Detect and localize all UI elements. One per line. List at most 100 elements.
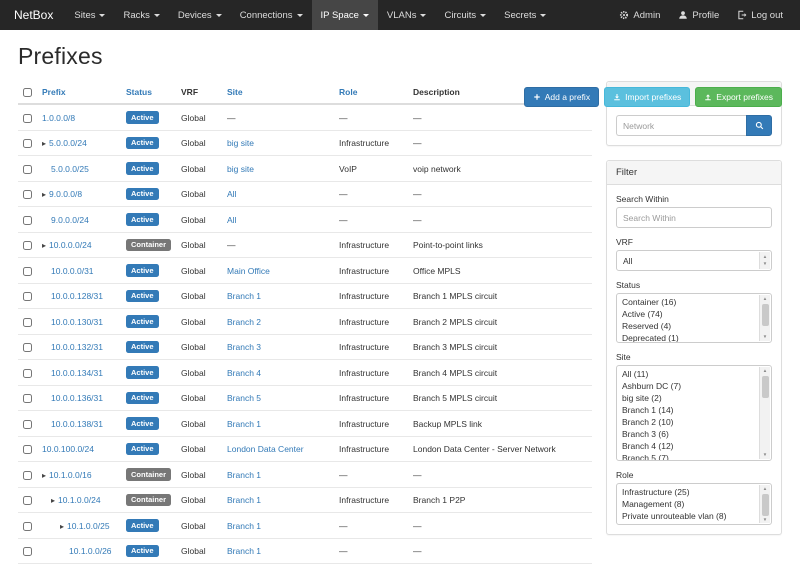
filter-option[interactable]: Branch 3 (6)	[617, 428, 757, 440]
filter-option[interactable]: Branch 2 (10)	[617, 416, 757, 428]
filter-option[interactable]: Deprecated (1)	[617, 332, 757, 343]
row-checkbox[interactable]	[23, 114, 32, 123]
add-prefix-button[interactable]: Add a prefix	[524, 87, 599, 107]
filter-option[interactable]: Container (16)	[617, 296, 757, 308]
row-checkbox[interactable]	[23, 522, 32, 531]
nav-item-vlans[interactable]: VLANs	[378, 0, 436, 30]
prefix-link[interactable]: 5.0.0.0/25	[51, 164, 89, 174]
row-checkbox[interactable]	[23, 190, 32, 199]
row-checkbox[interactable]	[23, 445, 32, 454]
filter-option[interactable]: Branch 5 (7)	[617, 452, 757, 461]
nav-item-devices[interactable]: Devices	[169, 0, 231, 30]
vrf-cell: Global	[176, 385, 222, 411]
export-prefixes-button[interactable]: Export prefixes	[695, 87, 782, 107]
site-link[interactable]: big site	[227, 138, 254, 148]
row-checkbox[interactable]	[23, 139, 32, 148]
filter-option[interactable]: Branch 1 (14)	[617, 404, 757, 416]
logout-link[interactable]: Log out	[728, 0, 792, 30]
nav-item-ip-space[interactable]: IP Space	[312, 0, 378, 30]
site-link[interactable]: Branch 1	[227, 521, 261, 531]
prefix-link[interactable]: 10.0.0.136/31	[51, 393, 103, 403]
prefix-link[interactable]: 10.1.0.0/25	[67, 521, 110, 531]
row-checkbox[interactable]	[23, 420, 32, 429]
filter-option[interactable]: Infrastructure (25)	[617, 486, 757, 498]
search-input[interactable]	[616, 115, 746, 136]
row-checkbox[interactable]	[23, 241, 32, 250]
prefix-link[interactable]: 5.0.0.0/24	[49, 138, 87, 148]
row-checkbox[interactable]	[23, 318, 32, 327]
prefix-link[interactable]: 9.0.0.0/8	[49, 189, 82, 199]
filter-option[interactable]: Private unrouteable vlan (8)	[617, 510, 757, 522]
filter-option[interactable]: big site (2)	[617, 392, 757, 404]
prefix-link[interactable]: 10.0.0.0/31	[51, 266, 94, 276]
search-button[interactable]	[746, 115, 772, 136]
row-checkbox[interactable]	[23, 496, 32, 505]
site-link[interactable]: Branch 5	[227, 393, 261, 403]
prefix-link[interactable]: 9.0.0.0/24	[51, 215, 89, 225]
prefix-link[interactable]: 10.0.0.132/31	[51, 342, 103, 352]
row-checkbox[interactable]	[23, 394, 32, 403]
site-link[interactable]: Main Office	[227, 266, 270, 276]
site-link[interactable]: Branch 1	[227, 546, 261, 556]
vrf-select[interactable]: All ▲▼	[616, 250, 772, 271]
nav-item-connections[interactable]: Connections	[231, 0, 312, 30]
row-checkbox[interactable]	[23, 471, 32, 480]
site-link[interactable]: Branch 1	[227, 291, 261, 301]
site-link[interactable]: Branch 4	[227, 368, 261, 378]
prefix-link[interactable]: 10.1.0.0/16	[49, 470, 92, 480]
row-checkbox[interactable]	[23, 165, 32, 174]
site-link[interactable]: Branch 1	[227, 419, 261, 429]
site-link[interactable]: Branch 1	[227, 495, 261, 505]
row-checkbox[interactable]	[23, 343, 32, 352]
row-checkbox[interactable]	[23, 547, 32, 556]
prefix-link[interactable]: 10.0.0.130/31	[51, 317, 103, 327]
scrollbar[interactable]: ▲▼	[759, 252, 770, 269]
filter-option[interactable]: Ashburn DC (7)	[617, 380, 757, 392]
prefix-link[interactable]: 10.1.0.0/24	[58, 495, 101, 505]
prefix-link[interactable]: 10.0.0.128/31	[51, 291, 103, 301]
row-checkbox[interactable]	[23, 267, 32, 276]
search-within-input[interactable]	[616, 207, 772, 228]
nav-item-sites[interactable]: Sites	[65, 0, 114, 30]
column-header-prefix[interactable]: Prefix	[37, 81, 121, 104]
site-link[interactable]: London Data Center	[227, 444, 304, 454]
column-header-status[interactable]: Status	[121, 81, 176, 104]
row-checkbox[interactable]	[23, 369, 32, 378]
site-link[interactable]: big site	[227, 164, 254, 174]
app-logo[interactable]: NetBox	[8, 0, 65, 30]
scrollbar[interactable]: ▲▼	[759, 295, 770, 341]
prefix-link[interactable]: 10.0.0.138/31	[51, 419, 103, 429]
filter-option[interactable]: All (11)	[617, 368, 757, 380]
site-link[interactable]: Branch 2	[227, 317, 261, 327]
prefix-link[interactable]: 10.0.100.0/24	[42, 444, 94, 454]
row-checkbox[interactable]	[23, 216, 32, 225]
prefix-cell: 1.0.0.0/8	[37, 104, 121, 130]
scrollbar[interactable]: ▲▼	[759, 367, 770, 459]
profile-link[interactable]: Profile	[669, 0, 728, 30]
nav-item-racks[interactable]: Racks	[114, 0, 168, 30]
status-badge: Active	[126, 188, 159, 201]
column-header-role[interactable]: Role	[334, 81, 408, 104]
site-link[interactable]: All	[227, 189, 236, 199]
prefix-link[interactable]: 10.1.0.0/26	[69, 546, 112, 556]
prefix-link[interactable]: 10.0.0.134/31	[51, 368, 103, 378]
filter-option[interactable]: Reserved (4)	[617, 320, 757, 332]
admin-link[interactable]: Admin	[610, 0, 669, 30]
scrollbar[interactable]: ▲▼	[759, 485, 770, 523]
filter-option[interactable]: Active (74)	[617, 308, 757, 320]
select-all-checkbox[interactable]	[23, 88, 32, 97]
column-header-site[interactable]: Site	[222, 81, 334, 104]
filter-option[interactable]: Branch 4 (12)	[617, 440, 757, 452]
filter-option[interactable]: Management (8)	[617, 498, 757, 510]
prefix-wrap: ▸10.1.0.0/16	[42, 470, 92, 480]
row-checkbox[interactable]	[23, 292, 32, 301]
prefix-wrap: ▸10.1.0.0/24	[42, 495, 101, 505]
nav-item-secrets[interactable]: Secrets	[495, 0, 555, 30]
prefix-link[interactable]: 1.0.0.0/8	[42, 113, 75, 123]
site-link[interactable]: Branch 1	[227, 470, 261, 480]
import-prefixes-button[interactable]: Import prefixes	[604, 87, 690, 107]
site-link[interactable]: All	[227, 215, 236, 225]
site-link[interactable]: Branch 3	[227, 342, 261, 352]
nav-item-circuits[interactable]: Circuits	[435, 0, 495, 30]
prefix-link[interactable]: 10.0.0.0/24	[49, 240, 92, 250]
